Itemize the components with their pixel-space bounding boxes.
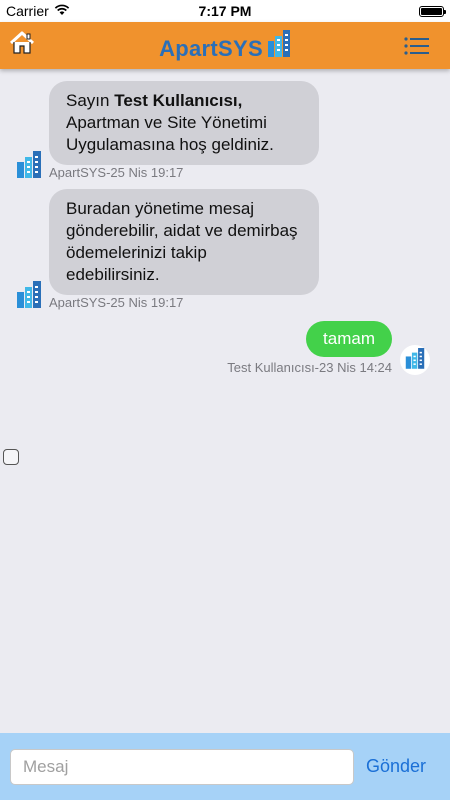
user-avatar: [400, 345, 430, 375]
carrier-label: Carrier: [6, 3, 49, 19]
message-text-rest: Apartman ve Site Yönetimi Uygulamasına h…: [66, 113, 274, 154]
battery-fill: [421, 7, 442, 15]
message-meta: Test Kullanıcısı-23 Nis 14:24: [227, 360, 392, 375]
building-icon: [16, 280, 42, 313]
app-logo: ApartSYS: [159, 29, 291, 62]
battery-icon: [419, 5, 446, 17]
composer-bar: Gönder: [0, 733, 450, 800]
sender-avatar: [14, 280, 44, 313]
menu-button[interactable]: [404, 36, 430, 56]
chat-area[interactable]: Sayın Test Kullanıcısı, Apartman ve Site…: [0, 69, 450, 733]
building-icon: [405, 347, 425, 374]
message-bubble-outgoing: tamam: [306, 321, 392, 357]
select-checkbox[interactable]: [3, 449, 19, 465]
message-text: tamam: [323, 329, 375, 348]
building-icon: [16, 150, 42, 183]
message-meta: ApartSYS-25 Nis 19:17: [49, 295, 184, 310]
message-text-prefix: Sayın: [66, 91, 115, 110]
status-bar: Carrier 7:17 PM: [0, 0, 450, 22]
app-title: ApartSYS: [159, 36, 263, 61]
message-meta: ApartSYS-25 Nis 19:17: [49, 165, 184, 180]
message-text: Buradan yönetime mesaj gönderebilir, aid…: [66, 199, 298, 284]
sender-avatar: [14, 150, 44, 183]
list-menu-icon: [404, 37, 430, 60]
home-button[interactable]: [8, 31, 36, 60]
message-text-bold: Test Kullanıcısı,: [114, 91, 243, 110]
message-bubble-incoming: Sayın Test Kullanıcısı, Apartman ve Site…: [49, 81, 319, 165]
home-icon: [9, 31, 35, 60]
message-bubble-incoming: Buradan yönetime mesaj gönderebilir, aid…: [49, 189, 319, 295]
status-left: Carrier: [6, 3, 70, 19]
wifi-icon: [54, 3, 70, 19]
logo-building-icon: [267, 29, 291, 62]
message-input[interactable]: [10, 749, 354, 785]
app-header: ApartSYS: [0, 22, 450, 69]
send-button[interactable]: Gönder: [366, 756, 426, 777]
